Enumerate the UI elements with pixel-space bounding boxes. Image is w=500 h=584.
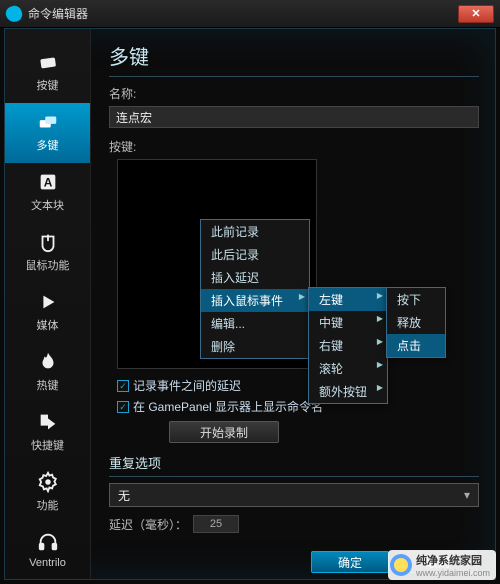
play-icon	[37, 291, 59, 313]
headset-icon	[37, 531, 59, 553]
keys-label: 按键:	[109, 138, 479, 155]
delay-input[interactable]	[193, 515, 239, 533]
menu-item-right-button[interactable]: 右键	[309, 334, 387, 357]
keystroke-icon	[37, 51, 59, 73]
page-title: 多键	[109, 41, 479, 70]
flame-icon	[37, 351, 59, 373]
start-record-button[interactable]: 开始录制	[169, 421, 279, 443]
sidebar-item-function[interactable]: 功能	[5, 463, 90, 523]
repeat-select[interactable]: 无	[109, 483, 479, 507]
context-submenu-mouse[interactable]: 左键 中键 右键 滚轮 额外按钮	[308, 287, 388, 404]
checkbox-icon: ✓	[117, 401, 129, 413]
multikey-icon	[37, 111, 59, 133]
menu-item-left-button[interactable]: 左键	[309, 288, 387, 311]
check-record-delay[interactable]: ✓ 记录事件之间的延迟	[117, 377, 479, 394]
sidebar-item-hotkey[interactable]: 热键	[5, 343, 90, 403]
delay-label: 延迟（毫秒）：	[109, 516, 187, 533]
sidebar-item-keystroke[interactable]: 按键	[5, 43, 90, 103]
sidebar-item-textblock[interactable]: A 文本块	[5, 163, 90, 223]
window-titlebar: 命令编辑器 ✕	[0, 0, 500, 28]
sidebar-item-shortcut[interactable]: 快捷键	[5, 403, 90, 463]
context-menu[interactable]: 此前记录 此后记录 插入延迟 插入鼠标事件 编辑... 删除	[200, 219, 310, 359]
text-icon: A	[37, 171, 59, 193]
menu-item-click[interactable]: 点击	[387, 334, 445, 357]
menu-item-press[interactable]: 按下	[387, 288, 445, 311]
sidebar: 按键 多键 A 文本块 鼠标功能 媒体 热键 快捷键 功能	[5, 29, 91, 579]
window-title: 命令编辑器	[28, 5, 456, 22]
name-label: 名称:	[109, 85, 479, 102]
menu-item-record-before[interactable]: 此前记录	[201, 220, 309, 243]
menu-item-wheel[interactable]: 滚轮	[309, 357, 387, 380]
menu-item-release[interactable]: 释放	[387, 311, 445, 334]
dialog-client: 按键 多键 A 文本块 鼠标功能 媒体 热键 快捷键 功能	[4, 28, 496, 580]
mouse-icon	[37, 231, 59, 253]
menu-item-record-after[interactable]: 此后记录	[201, 243, 309, 266]
watermark-logo-icon	[390, 554, 412, 576]
menu-item-middle-button[interactable]: 中键	[309, 311, 387, 334]
sidebar-item-ventrilo[interactable]: Ventrilo	[5, 523, 90, 579]
context-submenu-action[interactable]: 按下 释放 点击	[386, 287, 446, 358]
gear-icon	[37, 471, 59, 493]
name-input[interactable]	[109, 106, 479, 128]
menu-item-edit[interactable]: 编辑...	[201, 312, 309, 335]
checkbox-icon: ✓	[117, 380, 129, 392]
menu-item-delete[interactable]: 删除	[201, 335, 309, 358]
ok-button[interactable]: 确定	[311, 551, 389, 573]
check-gamepanel[interactable]: ✓ 在 GamePanel 显示器上显示命令名	[117, 398, 479, 415]
svg-text:A: A	[43, 176, 52, 190]
window-close-button[interactable]: ✕	[458, 5, 494, 23]
shortcut-icon	[37, 411, 59, 433]
repeat-section-title: 重复选项	[109, 453, 479, 477]
app-logo-icon	[4, 3, 25, 24]
menu-item-insert-mouse[interactable]: 插入鼠标事件	[201, 289, 309, 312]
sidebar-item-media[interactable]: 媒体	[5, 283, 90, 343]
menu-item-insert-delay[interactable]: 插入延迟	[201, 266, 309, 289]
divider	[109, 76, 479, 77]
sidebar-item-mouse[interactable]: 鼠标功能	[5, 223, 90, 283]
watermark: 纯净系统家园 www.yidaimei.com	[388, 550, 496, 580]
sidebar-item-multikey[interactable]: 多键	[5, 103, 90, 163]
menu-item-extra-button[interactable]: 额外按钮	[309, 380, 387, 403]
options-group: ✓ 记录事件之间的延迟 ✓ 在 GamePanel 显示器上显示命令名	[117, 377, 479, 415]
